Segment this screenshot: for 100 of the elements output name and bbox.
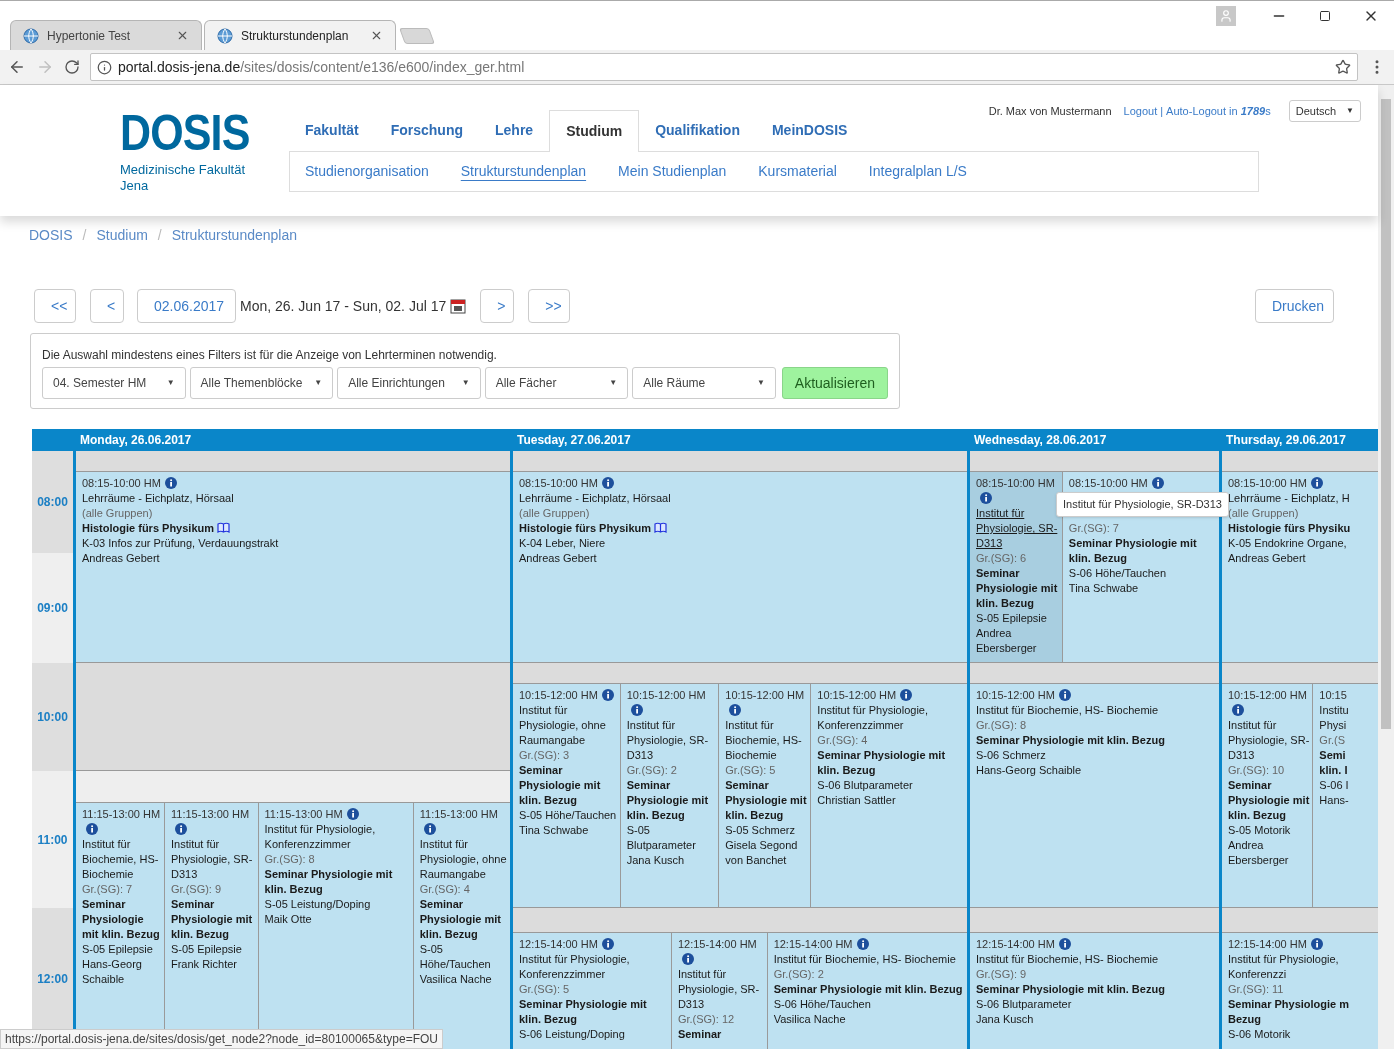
event-title: Seminar Physiologie mit klin. Bezug <box>264 868 393 895</box>
event-group: Gr.(SG): 12 <box>677 1012 765 1027</box>
event-lecturer: Hans- <box>1319 793 1350 808</box>
event-time: 10:15-12:00 HM <box>1228 689 1307 701</box>
event-topic: S-06 Blutparameter <box>976 997 1073 1012</box>
event-topic: S-05 Epilepsie <box>171 942 243 957</box>
event-lecturer: Andrea Ebersberger <box>1228 838 1290 868</box>
event-lecturer: Jana Kusch <box>976 1012 1035 1027</box>
event-lecturer: Tina Schwabe <box>519 823 590 838</box>
tab-title: Strukturstundenplan <box>241 27 350 45</box>
event-group: Gr.(SG): 2 <box>626 763 717 778</box>
caret-icon: ▼ <box>609 377 618 389</box>
logo-subtitle: Jena <box>120 178 150 194</box>
event-time: 10:15 <box>1319 689 1347 701</box>
event-title: Seminar Physiologie mit klin. Bezug <box>773 983 963 995</box>
event-title: Semi klin. I <box>1319 749 1348 776</box>
event-group: Gr.(SG): 8 <box>976 718 1217 733</box>
event-time: 11:15-13:00 HM <box>82 808 161 820</box>
event-group: Gr.(SG): 4 <box>817 733 965 748</box>
event-lecturer: Jana Kusch <box>626 853 686 868</box>
event-time: 12:15-14:00 HM <box>519 938 598 950</box>
event-group: Gr.(SG): 9 <box>171 882 256 897</box>
event-lecturer: Gisela Segond von Banchet <box>725 838 799 868</box>
event-title: Histologie fürs Physiku <box>1228 522 1351 534</box>
auto-logout-text: Auto-Logout in 1789s <box>1166 103 1271 119</box>
event-title: Histologie fürs Physikum <box>82 522 215 534</box>
breadcrumb-separator: / <box>157 226 162 245</box>
event-group: Gr.(SG): 6 <box>976 551 1060 566</box>
event-topic: S-05 Schmerz <box>725 823 796 838</box>
event-time: 08:15-10:00 HM <box>519 477 598 489</box>
user-name: Dr. Max von Mustermann <box>988 103 1112 119</box>
event-group: (alle Gruppen) <box>519 506 965 521</box>
event-group: Gr.(SG): 5 <box>725 763 809 778</box>
event-title: Seminar Physiologie mit klin. Bezug <box>817 749 946 776</box>
event-lecturer: Maik Otte <box>264 912 313 927</box>
event-topic: S-06 Schmerz <box>976 748 1047 763</box>
event-group: Gr.(SG): 8 <box>264 852 411 867</box>
event-title: Seminar Physiologie mit klin. Bezug <box>1068 537 1197 564</box>
event-lecturer: Andreas Gebert <box>1228 551 1307 566</box>
event-topic: S-05 Leistung/Doping <box>264 897 372 912</box>
time-label: 09:00 <box>37 600 68 617</box>
day-header: Tuesday, 27.06.2017 <box>513 429 967 451</box>
event-topic: K-05 Endokrine Organe, <box>1228 536 1348 551</box>
date-range: Mon, 26. Jun 17 - Sun, 02. Jul 17 <box>240 296 447 316</box>
time-label: 10:00 <box>37 709 68 726</box>
event-time: 10:15-12:00 HM <box>626 689 706 701</box>
event-time: 12:15-14:00 HM <box>1228 938 1307 950</box>
event-time: 12:15-14:00 HM <box>677 938 757 950</box>
event-topic: S-06 Motorik <box>1228 1027 1292 1042</box>
event-time: 12:15-14:00 HM <box>773 938 853 950</box>
event-group: Gr.(SG): 11 <box>1228 982 1376 997</box>
event-topic: S-06 Höhe/Tauchen <box>773 997 872 1012</box>
url-text: portal.dosis-jena.de/sites/dosis/content/e136/e600/index_ger.html <box>118 57 526 77</box>
filter-note: Die Auswahl mindestens eines Filters ist für die Anzeige von Lehrterminen notwendig. <box>42 347 498 364</box>
event-lecturer: Andrea Ebersberger <box>976 626 1038 656</box>
tooltip: Institut für Physiologie, SR-D313 <box>1056 492 1229 517</box>
event-time: 08:15-10:00 HM <box>82 477 161 489</box>
event-time: 10:15-12:00 HM <box>519 689 598 701</box>
event-time: 10:15-12:00 HM <box>976 689 1055 701</box>
caret-icon: ▼ <box>1346 105 1354 117</box>
event-group: Gr.(SG): 3 <box>519 748 618 763</box>
caret-icon: ▼ <box>756 377 765 389</box>
event-lecturer: Vasilica Nache <box>773 1012 847 1027</box>
event-lecturer: Hans-Georg Schaible <box>82 957 143 987</box>
event-title: Seminar Physiologie m Bezug <box>1228 998 1350 1025</box>
event-title: Seminar Physiologie mit klin. Bezug <box>976 983 1165 995</box>
event-time: 10:15-12:00 HM <box>817 689 897 701</box>
event-time: 12:15-14:00 HM <box>976 938 1055 950</box>
event-topic: K-04 Leber, Niere <box>519 536 607 551</box>
event-group: Gr.(SG): 7 <box>82 882 162 897</box>
event-lecturer: Christian Sattler <box>817 793 897 808</box>
event-group: Gr.(SG): 2 <box>773 967 965 982</box>
caret-icon: ▼ <box>166 377 175 389</box>
event-time: 08:15-10:00 HM <box>976 477 1055 489</box>
caret-icon: ▼ <box>461 377 470 389</box>
logo-subtitle: Medizinische Fakultät <box>120 162 246 178</box>
event-group: Gr.(SG): 4 <box>419 882 508 897</box>
event-group: (alle Gruppen) <box>82 506 508 521</box>
caret-icon: ▼ <box>314 377 323 389</box>
event-title: Seminar Physiologie mit klin. Bezug <box>725 779 807 821</box>
event-title: Seminar Physiologie mit klin. Bezug <box>976 567 1058 609</box>
breadcrumb-separator: / <box>82 226 87 245</box>
event-time: 10:15-12:00 HM <box>725 689 805 701</box>
tab-title: Hypertonie Test <box>47 27 132 45</box>
event-lecturer: Andreas Gebert <box>82 551 161 566</box>
time-label: 11:00 <box>37 831 68 849</box>
event-title: Seminar Physiologie mit klin. Bezug <box>419 898 502 940</box>
status-url-tooltip: https://portal.dosis-jena.de/sites/dosis/get_node2?node_id=80100065&type=FOU <box>0 1029 443 1049</box>
event-title: Seminar Physiologie mit klin. Bezug <box>1228 779 1310 821</box>
event-topic: S-05 Epilepsie <box>82 942 154 957</box>
event-title: Seminar Physiologie mit klin. Bezug <box>519 764 601 806</box>
time-label: 08:00 <box>37 494 68 511</box>
event-topic: S-05 Motorik <box>1228 823 1292 838</box>
event-title: Histologie fürs Physikum <box>519 522 652 534</box>
event-group: Gr.(SG): 10 <box>1228 763 1311 778</box>
event-lecturer: Frank Richter <box>171 957 238 972</box>
event-lecturer: Andreas Gebert <box>519 551 598 566</box>
event-topic: S-05 Höhe/Tauchen <box>519 808 618 823</box>
event-title: Seminar Physiologie mit klin. Bezug <box>626 779 709 821</box>
event-group: Gr.(S <box>1319 733 1370 748</box>
